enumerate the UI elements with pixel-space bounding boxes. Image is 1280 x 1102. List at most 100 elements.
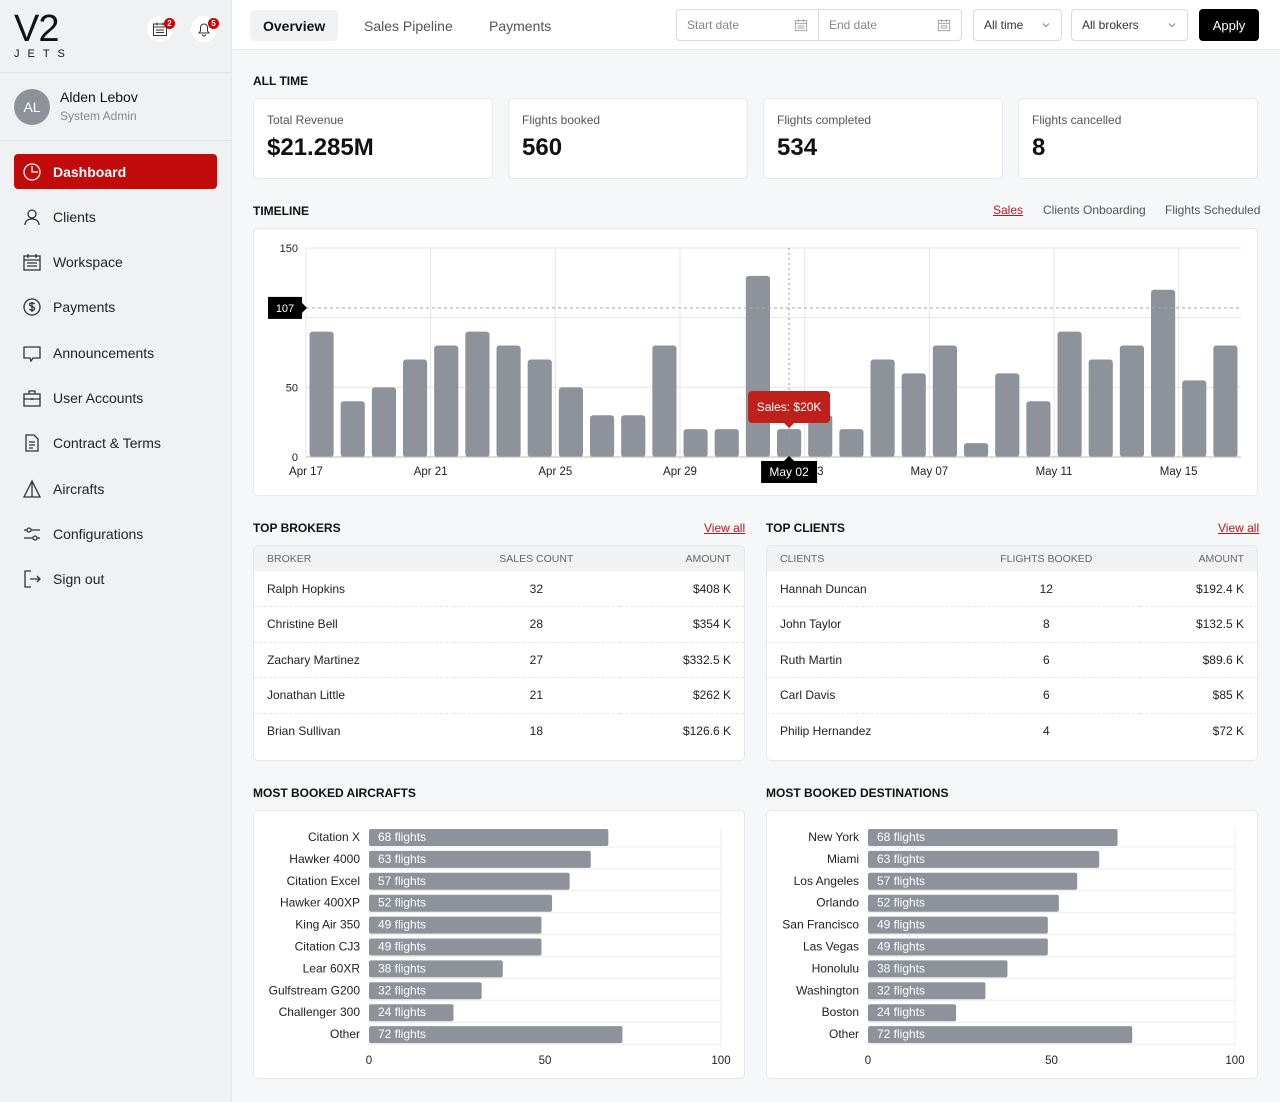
sidebar-nav: Dashboard Clients Workspace Payments Announc…: [14, 154, 217, 607]
sidebar-item-user-accounts[interactable]: User Accounts: [14, 380, 217, 415]
table-row[interactable]: Jonathan Little 21 $262 K: [254, 677, 744, 714]
timeline-tab-sales[interactable]: Sales: [993, 203, 1023, 217]
logo-sub: JETS: [14, 48, 73, 60]
category-label: King Air 350: [295, 918, 360, 932]
tab-payments[interactable]: Payments: [476, 10, 564, 41]
name-cell: Jonathan Little: [254, 677, 453, 714]
count-cell: 8: [952, 606, 1140, 643]
timeline-tab-clients-onboarding[interactable]: Clients Onboarding: [1043, 203, 1146, 217]
count-cell: 18: [529, 724, 544, 738]
x-tick-label: May 11: [1036, 466, 1073, 478]
bar-label: 63 flights: [877, 852, 925, 866]
brokers-view-all-link[interactable]: View all: [704, 521, 745, 535]
category-label: Other: [829, 1027, 859, 1041]
table-row[interactable]: Philip Hernandez 4 $72 K: [767, 713, 1257, 749]
user-role: System Admin: [60, 109, 137, 123]
bar-label: 72 flights: [378, 1027, 426, 1041]
sidebar-item-workspace[interactable]: Workspace: [14, 245, 217, 280]
bar-label: 24 flights: [877, 1005, 925, 1019]
bar-label: 52 flights: [378, 896, 426, 910]
x-tick-label: Apr 29: [663, 466, 697, 478]
stat-label: Flights completed: [777, 113, 872, 127]
bar-label: 57 flights: [378, 874, 426, 888]
destinations-chart-card: New York 68 flights Miami 63 flights Los Ang…: [766, 810, 1258, 1079]
bell-notifications-button[interactable]: 5: [191, 16, 219, 42]
timeline-bar: [1213, 345, 1238, 457]
sidebar-item-contract-terms[interactable]: Contract & Terms: [14, 426, 217, 461]
category-label: Hawker 400XP: [280, 896, 360, 910]
start-date-input[interactable]: Start date: [676, 9, 819, 41]
table-row[interactable]: Ralph Hopkins 32 $408 K: [254, 571, 744, 607]
table-row[interactable]: John Taylor 8 $132.5 K: [767, 606, 1257, 643]
timeline-bar: [1151, 289, 1176, 457]
amount-cell: $89.6 K: [1139, 642, 1257, 678]
table-row[interactable]: Hannah Duncan 12 $192.4 K: [767, 571, 1257, 607]
calendar-icon: [23, 254, 41, 271]
table-row[interactable]: Brian Sullivan 18 $126.6 K: [254, 713, 744, 749]
x-tick-label: 100: [1225, 1055, 1244, 1067]
sidebar-item-sign-out[interactable]: Sign out: [14, 562, 217, 597]
tab-sales-pipeline[interactable]: Sales Pipeline: [351, 10, 466, 41]
calendar-notifications-button[interactable]: 2: [147, 16, 175, 42]
count-cell: 21: [452, 677, 621, 714]
bar-label: 63 flights: [378, 852, 426, 866]
bar-label: 57 flights: [877, 874, 925, 888]
bar-label: 38 flights: [378, 961, 426, 975]
timeline-bar: [995, 373, 1020, 457]
clients-view-all-link[interactable]: View all: [1218, 521, 1259, 535]
column-header: CLIENTS: [767, 546, 953, 571]
category-label: Boston: [822, 1005, 859, 1019]
sidebar-item-configurations[interactable]: Configurations: [14, 516, 217, 551]
sidebar-item-payments[interactable]: Payments: [14, 290, 217, 325]
sidebar-item-dashboard[interactable]: Dashboard: [14, 154, 217, 189]
x-tick-label: Apr 17: [289, 466, 323, 478]
timeline-bar: [839, 429, 864, 457]
broker-value: All brokers: [1082, 18, 1139, 32]
timeline-bar: [870, 359, 895, 457]
table-row[interactable]: Ruth Martin 6 $89.6 K: [767, 642, 1257, 678]
section-title-top-brokers: TOP BROKERS: [253, 521, 341, 535]
document-icon: [25, 434, 39, 452]
amount-cell: $72 K: [1212, 724, 1244, 738]
category-label: Las Vegas: [803, 940, 859, 954]
time-range-select[interactable]: All time: [973, 9, 1062, 41]
section-title-top-clients: TOP CLIENTS: [766, 521, 845, 535]
count-cell: 28: [452, 606, 621, 643]
stat-card: Flights cancelled 8: [1018, 98, 1258, 179]
tooltip-arrow: [784, 423, 795, 428]
tab-overview[interactable]: Overview: [250, 10, 339, 41]
sidebar-item-clients[interactable]: Clients: [14, 199, 217, 234]
x-tick-label: May 07: [910, 466, 948, 478]
section-title-destinations: MOST BOOKED DESTINATIONS: [766, 786, 949, 800]
amount-cell: $85 K: [1139, 677, 1257, 714]
section-title-aircrafts: MOST BOOKED AIRCRAFTS: [253, 786, 416, 800]
column-header: SALES COUNT: [452, 546, 621, 571]
name-cell: Zachary Martinez: [254, 642, 453, 678]
logo[interactable]: V2 JETS: [14, 10, 74, 60]
sidebar-item-aircrafts[interactable]: Aircrafts: [14, 471, 217, 506]
amount-cell: $332.5 K: [620, 642, 744, 678]
top-bar: Overview Sales Pipeline Payments Start d…: [232, 0, 1280, 50]
bell-badge: 5: [208, 18, 219, 29]
category-label: Miami: [827, 852, 859, 866]
stat-card: Flights booked 560: [508, 98, 748, 179]
timeline-bar: [496, 345, 521, 457]
table-row[interactable]: Christine Bell 28 $354 K: [254, 606, 744, 643]
table-row[interactable]: Carl Davis 6 $85 K: [767, 677, 1257, 714]
name-cell: Hannah Duncan: [767, 571, 953, 607]
timeline-tab-flights-scheduled[interactable]: Flights Scheduled: [1165, 203, 1260, 217]
bar-label: 49 flights: [378, 940, 426, 954]
x-hover-label: May 02: [769, 465, 809, 479]
destinations-chart: New York 68 flights Miami 63 flights Los Ang…: [782, 828, 1245, 1067]
end-date-input[interactable]: End date: [818, 9, 962, 41]
sidebar-item-announcements[interactable]: Announcements: [14, 335, 217, 370]
table-row[interactable]: Zachary Martinez 27 $332.5 K: [254, 642, 744, 678]
apply-button[interactable]: Apply: [1199, 9, 1259, 41]
broker-select[interactable]: All brokers: [1071, 9, 1188, 41]
name-cell: John Taylor: [767, 606, 953, 643]
bar-label: 49 flights: [877, 940, 925, 954]
count-cell: 27: [452, 642, 621, 678]
chat-icon: [23, 346, 41, 363]
avatar[interactable]: AL: [14, 89, 50, 125]
timeline-bar: [590, 415, 615, 457]
